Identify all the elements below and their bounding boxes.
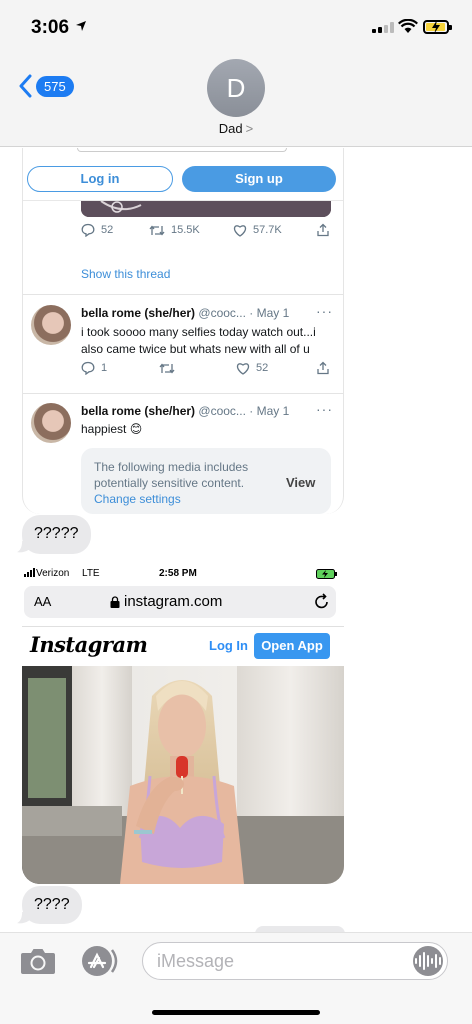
tweet-text: happiest 😊	[81, 422, 143, 436]
twitter-login-button[interactable]: Log in	[27, 166, 173, 192]
heart-icon	[236, 362, 250, 375]
text-size-button[interactable]: AA	[34, 594, 51, 609]
retweet-count: 15.5K	[171, 224, 200, 236]
contact-avatar[interactable]: D	[207, 59, 265, 117]
tweet-date: · May 1	[249, 306, 290, 320]
retweet-icon	[149, 224, 165, 236]
like-count: 52	[256, 362, 269, 374]
received-message-bubble[interactable]: ?????	[22, 515, 91, 554]
wifi-icon	[398, 19, 418, 33]
safari-address-bar[interactable]: AA instagram.com	[24, 586, 336, 618]
sensitive-content-message: The following media includes potentially…	[94, 460, 249, 490]
tweet-date: · May 1	[249, 404, 290, 418]
location-arrow-icon	[76, 21, 86, 31]
open-app-button[interactable]: Open App	[254, 633, 330, 659]
conversation-header: 3:06 575 D Dad >	[0, 0, 472, 147]
chevron-right-icon: >	[245, 121, 254, 136]
card-edge	[77, 148, 287, 152]
instagram-logo: Instagram	[30, 632, 148, 657]
tweet-handle: @cooc...	[198, 404, 246, 418]
tweet-author-name: bella rome (she/her)	[81, 306, 196, 320]
sensitive-media-notice: The following media includes potentially…	[81, 448, 331, 514]
instagram-login-link[interactable]: Log In	[209, 638, 248, 653]
reload-icon[interactable]	[314, 593, 330, 610]
tweet-media-thumbnail	[81, 201, 331, 217]
more-options-icon[interactable]: ···	[316, 303, 333, 319]
camera-icon[interactable]	[20, 947, 56, 975]
retweet-icon	[159, 362, 175, 374]
contact-name[interactable]: Dad >	[0, 121, 472, 136]
tweet-avatar[interactable]	[31, 305, 71, 345]
cellular-signal-icon	[372, 22, 394, 33]
audio-message-button[interactable]	[413, 946, 443, 976]
change-settings-link[interactable]: Change settings	[94, 492, 181, 506]
url-text: instagram.com	[124, 593, 223, 610]
embedded-status-bar: Verizon LTE 2:58 PM	[22, 564, 344, 584]
back-button[interactable]: 575	[18, 74, 74, 98]
show-thread-link[interactable]: Show this thread	[81, 267, 170, 281]
instagram-screenshot-image[interactable]: Verizon LTE 2:58 PM AA instagram.com Ins…	[22, 564, 344, 884]
like-action[interactable]: 57.7K	[233, 224, 282, 237]
view-media-button[interactable]: View	[286, 475, 315, 490]
home-indicator[interactable]	[152, 1010, 320, 1015]
imessage-input[interactable]	[157, 949, 407, 973]
contact-name-label: Dad	[218, 121, 243, 136]
like-action[interactable]: 52	[236, 362, 268, 375]
network-type: LTE	[82, 568, 100, 579]
app-store-icon[interactable]	[80, 944, 120, 978]
reply-count: 52	[101, 224, 114, 236]
heart-icon	[233, 224, 247, 237]
reply-action[interactable]: 52	[81, 223, 113, 237]
cellular-signal-icon	[24, 568, 35, 577]
battery-charging-icon	[316, 569, 337, 579]
more-options-icon[interactable]: ···	[316, 401, 333, 417]
like-count: 57.7K	[253, 224, 282, 236]
chevron-left-icon	[19, 74, 32, 98]
tweet-avatar[interactable]	[31, 403, 71, 443]
battery-icon	[423, 20, 452, 34]
tweet-author-name: bella rome (she/her)	[81, 404, 196, 418]
share-action[interactable]	[316, 361, 330, 375]
reply-icon	[81, 361, 95, 375]
tweet-screenshot-image[interactable]: Log in Sign up 52 15.5K 57.7K Show this …	[22, 148, 344, 514]
tweet-text: i took soooo many selfies today watch ou…	[81, 325, 316, 356]
share-icon	[317, 223, 329, 237]
unread-count-badge: 575	[36, 75, 74, 97]
lock-icon	[110, 596, 120, 608]
embedded-time: 2:58 PM	[159, 568, 197, 579]
reply-icon	[81, 223, 95, 237]
instagram-post-photo	[22, 666, 344, 884]
carrier-name: Verizon	[36, 568, 70, 579]
reply-action[interactable]: 1	[81, 361, 107, 375]
tweet-header: bella rome (she/her) @cooc... · May 1	[81, 404, 289, 418]
tweet-header: bella rome (she/her) @cooc... · May 1	[81, 306, 289, 320]
status-time: 3:06	[31, 17, 70, 38]
share-icon	[317, 361, 329, 375]
twitter-signup-button[interactable]: Sign up	[182, 166, 336, 192]
tweet-handle: @cooc...	[198, 306, 246, 320]
retweet-action[interactable]	[159, 362, 175, 375]
retweet-action[interactable]: 15.5K	[149, 224, 200, 237]
reply-count: 1	[101, 362, 108, 374]
share-action[interactable]	[316, 223, 330, 237]
received-message-bubble[interactable]: ????	[22, 886, 82, 924]
imessage-field[interactable]	[142, 942, 448, 980]
